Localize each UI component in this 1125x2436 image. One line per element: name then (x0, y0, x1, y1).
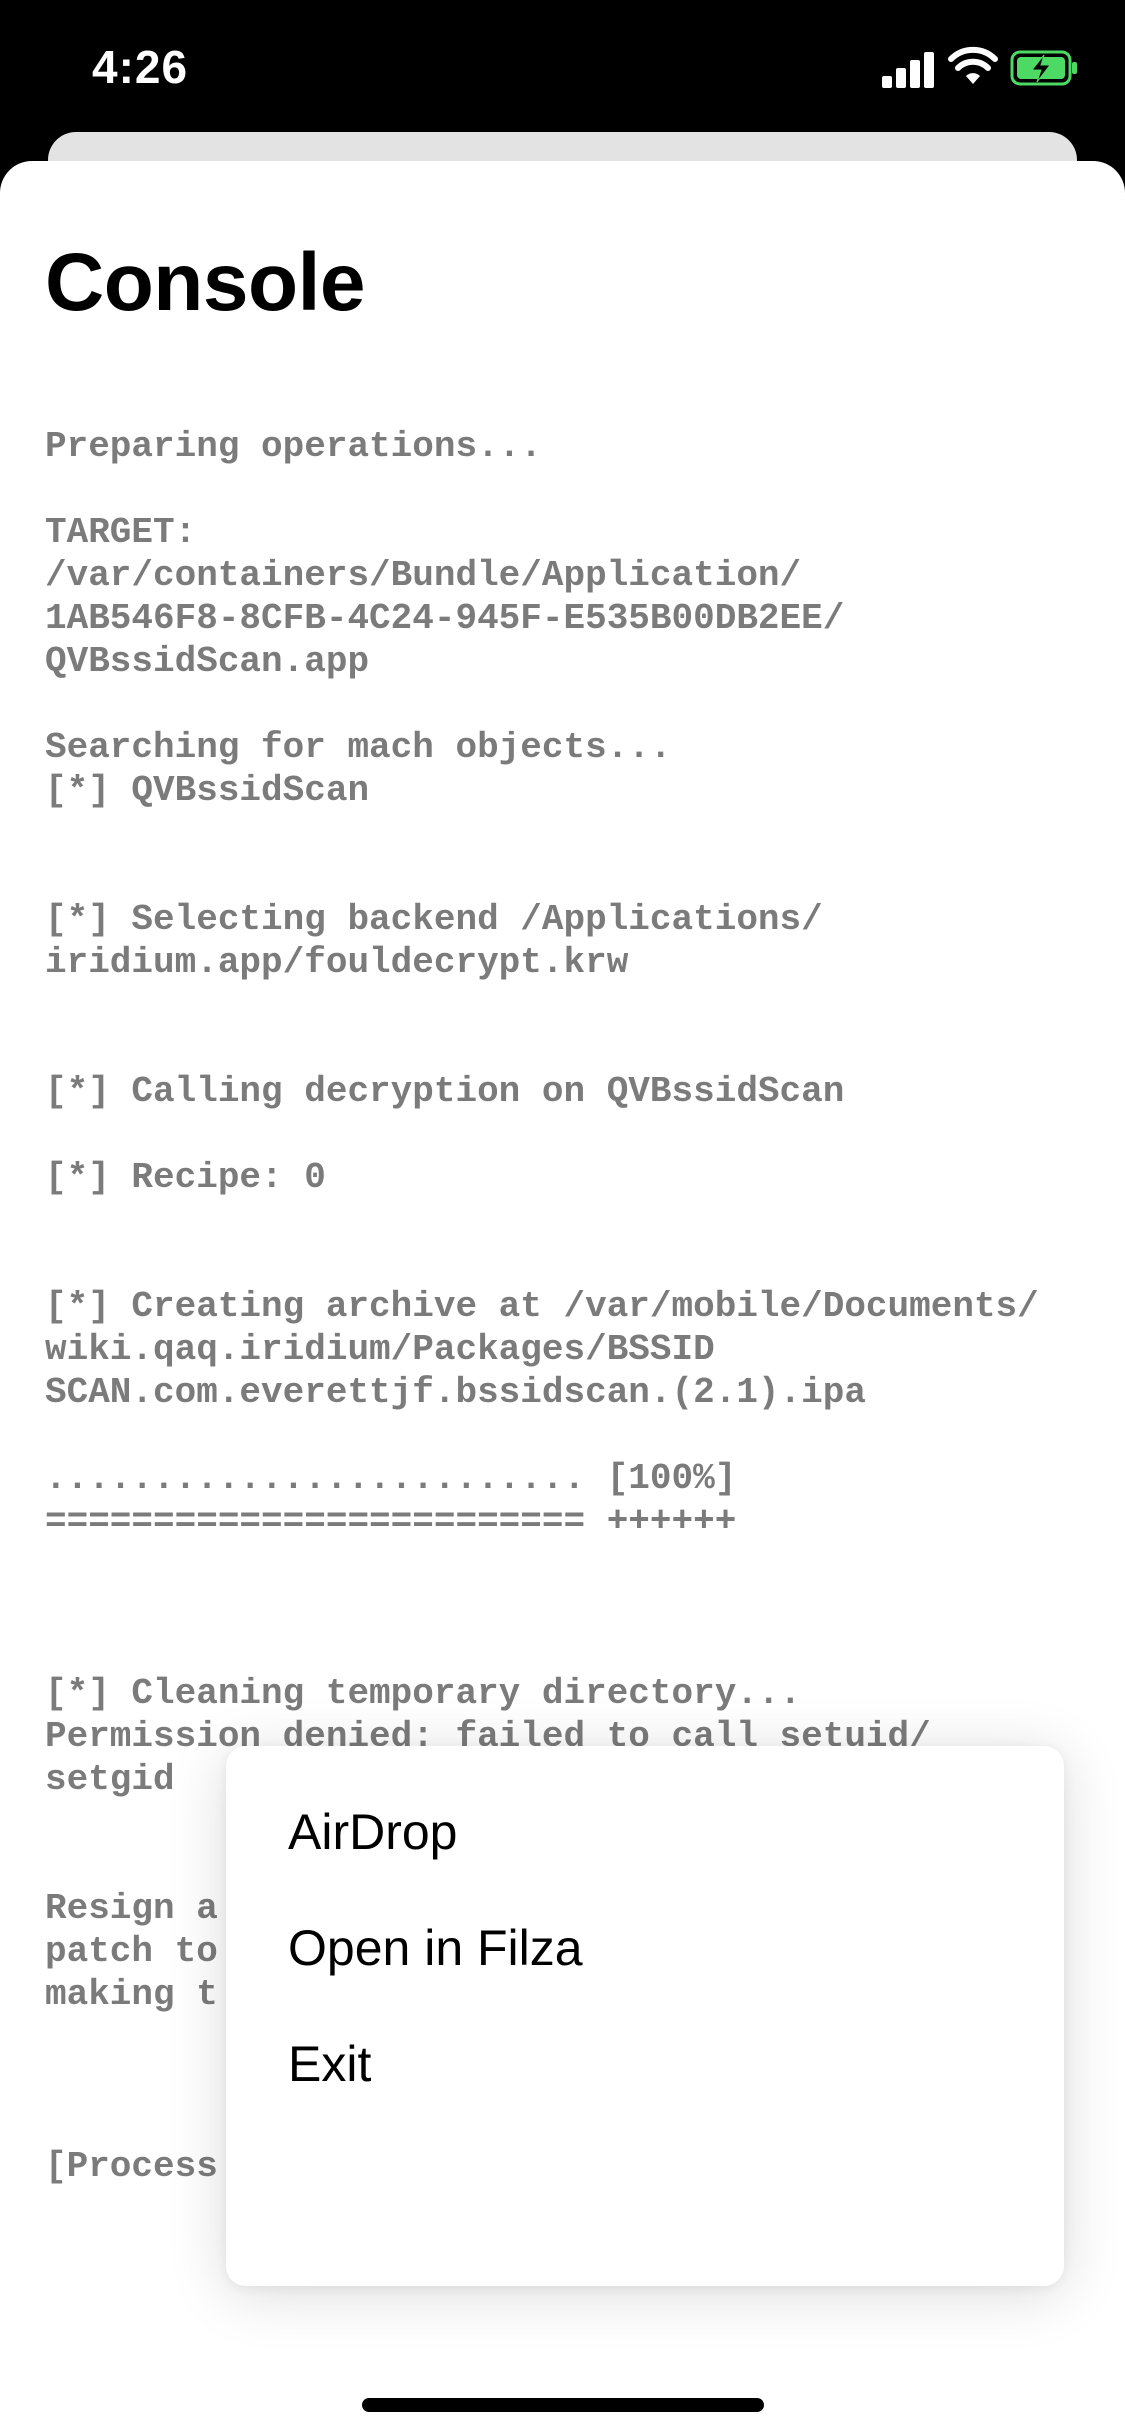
airdrop-menu-item[interactable]: AirDrop (288, 1803, 457, 1861)
home-indicator[interactable] (362, 2398, 764, 2412)
console-line: ......................... [100%] (45, 1458, 737, 1499)
console-line: [*] Recipe: 0 (45, 1157, 326, 1198)
console-line: [*] Calling decryption on QVBssidScan (45, 1071, 845, 1112)
action-menu: AirDrop Open in Filza Exit (226, 1746, 1064, 2286)
exit-menu-item[interactable]: Exit (288, 2035, 371, 2093)
console-line: SCAN.com.everettjf.bssidscan.(2.1).ipa (45, 1372, 866, 1413)
console-line: [*] Creating archive at /var/mobile/Docu… (45, 1286, 1039, 1327)
console-line: 1AB546F8-8CFB-4C24-945F-E535B00DB2EE/ (45, 598, 845, 639)
status-bar: 4:26 (0, 0, 1125, 140)
console-line: wiki.qaq.iridium/Packages/BSSID (45, 1329, 715, 1370)
console-line: [*] Cleaning temporary directory... (45, 1673, 802, 1714)
console-line: [*] QVBssidScan (45, 770, 370, 811)
status-time: 4:26 (92, 41, 189, 93)
console-line: Searching for mach objects... (45, 727, 672, 768)
console-line: Preparing operations... (45, 426, 542, 467)
battery-charging-icon (1010, 50, 1077, 86)
console-line: [*] Selecting backend /Applications/ (45, 899, 823, 940)
page-title: Console (45, 237, 365, 328)
console-line: iridium.app/fouldecrypt.krw (45, 942, 629, 983)
console-line: ========================= ++++++ (45, 1501, 737, 1542)
cellular-signal-icon (882, 48, 936, 88)
console-line: /var/containers/Bundle/Application/ (45, 555, 802, 596)
console-line: QVBssidScan.app (45, 641, 370, 682)
open-in-filza-menu-item[interactable]: Open in Filza (288, 1919, 583, 1977)
wifi-icon (948, 46, 998, 84)
console-line: TARGET: (45, 512, 197, 553)
